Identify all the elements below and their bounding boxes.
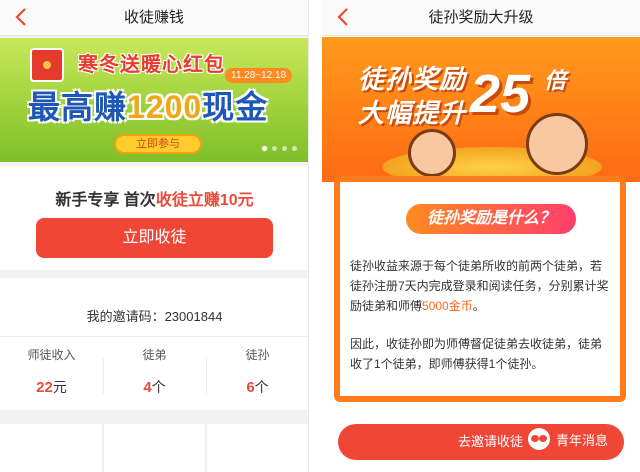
tile[interactable] — [103, 424, 206, 472]
watermark-text: 青年消息 — [556, 432, 609, 448]
stat-unit: 个 — [254, 379, 269, 395]
page-title: 徒孙奖励大升级 — [428, 9, 534, 26]
stat-value: 22元 — [0, 377, 103, 397]
stat-disciples[interactable]: 徒弟 4个 — [103, 346, 206, 397]
carousel-dot[interactable] — [282, 146, 287, 151]
hero-banner: 徒孙奖励 大幅提升 25 倍 — [322, 37, 640, 182]
red-envelope-icon — [30, 48, 64, 82]
promo-prefix: 新手专享 首次 — [55, 192, 156, 209]
newcomer-card: 新手专享 首次收徒立赚10元 立即收徒 — [0, 166, 308, 270]
right-screen: 徒孙奖励大升级 徒孙奖励 大幅提升 25 倍 徒孙奖励是什么？ 徒孙收益来源于每… — [322, 0, 640, 472]
girl-illustration — [408, 129, 456, 177]
explanation-paragraph: 因此，收徒孙即为师傅督促徒弟去收徒弟，徒弟收了1个徒弟，即师傅获得1个徒孙。 — [350, 337, 603, 371]
wechat-icon — [528, 428, 550, 450]
boy-illustration — [526, 113, 588, 175]
top-bar: 徒孙奖励大升级 — [322, 0, 640, 36]
top-bar: 收徒赚钱 — [0, 0, 308, 36]
stat-income[interactable]: 师徒收入 22元 — [0, 346, 103, 397]
stat-value: 6个 — [206, 377, 308, 397]
hero-unit: 倍 — [544, 68, 567, 93]
explanation-paragraph: 徒孙收益来源于每个徒弟所收的前两个徒弟，若徒孙注册7天内完成登录和阅读任务，分别… — [350, 256, 610, 316]
stat-label: 徒弟 — [142, 348, 167, 362]
stat-unit: 个 — [151, 379, 166, 395]
banner-prefix: 最高赚 — [28, 89, 128, 125]
left-screen: 收徒赚钱 寒冬送暖心红包 11.28~12.18 最高赚1200现金 立即参与 … — [0, 0, 309, 472]
tile[interactable] — [0, 424, 102, 472]
carousel-dot[interactable] — [262, 146, 267, 151]
banner-subheadline: 最高赚1200现金 — [28, 82, 268, 128]
divider — [0, 336, 308, 337]
invite-code-value[interactable]: 23001844 — [165, 309, 223, 324]
paragraph-text: 。 — [472, 299, 485, 313]
tile[interactable] — [207, 424, 308, 472]
hero-line2: 大幅提升 — [358, 98, 467, 128]
card-title: 徒孙奖励是什么？ — [406, 204, 576, 234]
carousel-dot[interactable] — [292, 146, 297, 151]
banner-amount: 1200 — [127, 89, 203, 125]
promo-highlight: 收徒立赚10元 — [155, 192, 254, 209]
stat-number: 6 — [246, 379, 255, 396]
hero-multiplier: 25 — [470, 64, 531, 124]
invite-code-row: 我的邀请码：23001844 — [0, 306, 308, 325]
stat-label: 师徒收入 — [27, 348, 76, 362]
coin-reward-highlight: 5000金币 — [422, 299, 473, 313]
banner-headline: 寒冬送暖心红包 — [78, 54, 225, 76]
banner-suffix: 现金 — [202, 89, 269, 125]
carousel-dot[interactable] — [272, 146, 277, 151]
page-title: 收徒赚钱 — [123, 9, 184, 26]
stat-number: 4 — [143, 379, 152, 396]
watermark: 青年消息 — [528, 428, 608, 450]
stat-grand-disciples[interactable]: 徒孙 6个 — [206, 346, 308, 397]
stat-unit: 元 — [52, 379, 67, 395]
stat-value: 4个 — [103, 377, 206, 397]
invite-code-label: 我的邀请码： — [86, 309, 165, 324]
stat-number: 22 — [36, 379, 53, 396]
explanation-card: 徒孙奖励是什么？ 徒孙收益来源于每个徒弟所收的前两个徒弟，若徒孙注册7天内完成登… — [334, 176, 626, 402]
stat-label: 徒孙 — [245, 348, 270, 362]
stats-card: 我的邀请码：23001844 师徒收入 22元 徒弟 4个 徒孙 6个 — [0, 278, 308, 410]
recruit-now-button[interactable]: 立即收徒 — [36, 218, 273, 258]
newcomer-promo-text: 新手专享 首次收徒立赚10元 — [0, 186, 308, 210]
promo-banner[interactable]: 寒冬送暖心红包 11.28~12.18 最高赚1200现金 立即参与 — [0, 38, 308, 162]
carousel-dots[interactable] — [262, 146, 297, 151]
hero-line1: 徒孙奖励 — [358, 64, 467, 94]
join-now-button[interactable]: 立即参与 — [114, 134, 202, 154]
bottom-tiles — [0, 424, 308, 472]
date-badge: 11.28~12.18 — [225, 68, 293, 83]
